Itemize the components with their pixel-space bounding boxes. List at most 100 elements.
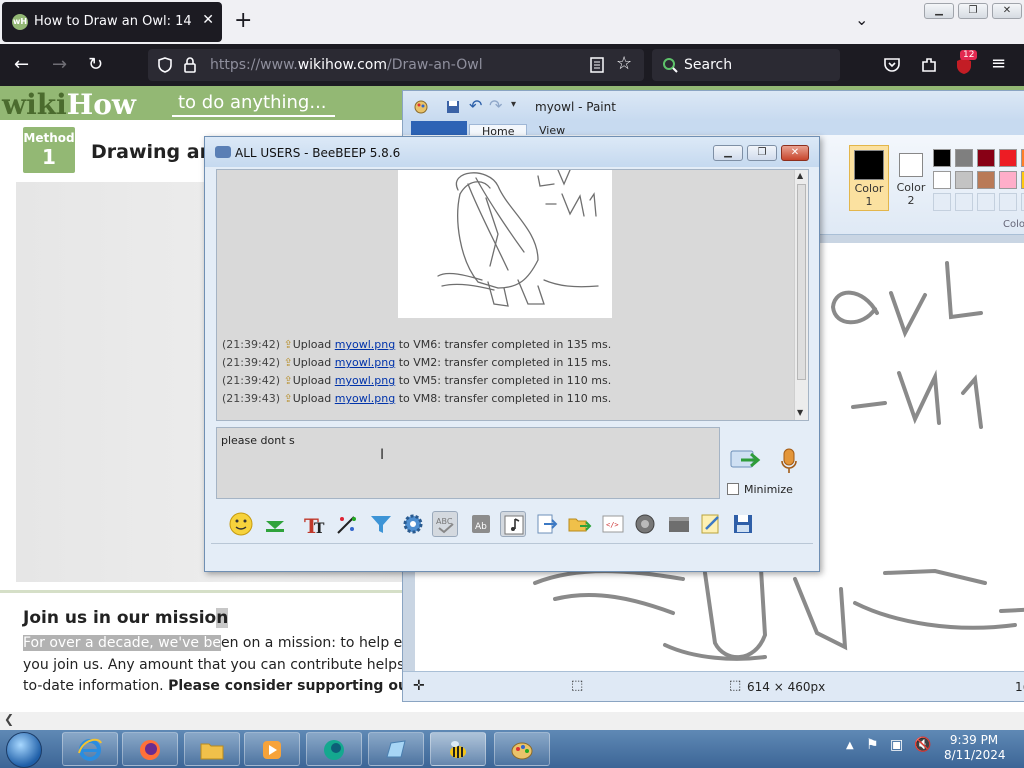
reader-view-icon[interactable] (590, 57, 604, 73)
palette-swatch[interactable] (933, 149, 951, 167)
reload-icon[interactable]: ↻ (88, 54, 103, 75)
emoticon-button[interactable] (228, 511, 254, 537)
insert-button[interactable] (262, 511, 288, 537)
shield-icon[interactable] (156, 56, 174, 74)
close-button[interactable]: ✕ (781, 145, 809, 161)
tray-expand-icon[interactable]: ▲ (846, 740, 854, 751)
color2-selector[interactable]: Color 2 (893, 145, 929, 211)
minimize-button[interactable]: ▁ (924, 3, 954, 19)
taskbar-app[interactable] (306, 732, 362, 766)
file-link[interactable]: myowl.png (335, 356, 395, 369)
chat-history[interactable]: (21:39:42) ⇪Upload myowl.png to VM6: tra… (216, 169, 809, 421)
new-tab-icon[interactable]: + (234, 8, 252, 33)
music-note-icon (504, 515, 524, 535)
word-complete-button[interactable]: Ab (468, 511, 494, 537)
wikihow-logo[interactable]: wikiHow (2, 88, 136, 121)
font-color-button[interactable] (334, 511, 360, 537)
chat-line: (21:39:43) ⇪Upload myowl.png to VM8: tra… (222, 392, 612, 405)
chevron-down-icon[interactable]: ⌄ (855, 10, 868, 29)
maximize-button[interactable]: ❐ (958, 3, 988, 19)
palette-swatch[interactable] (999, 149, 1017, 167)
file-link[interactable]: myowl.png (335, 338, 395, 351)
upload-icon: ⇪ (283, 356, 293, 369)
notes-button[interactable] (698, 511, 724, 537)
bookmark-star-icon[interactable]: ☆ (616, 53, 632, 74)
clock-date: 8/11/2024 (944, 748, 1006, 762)
lock-icon[interactable] (182, 56, 198, 74)
color1-selector[interactable]: Color 1 (849, 145, 889, 211)
taskbar-notepad[interactable] (368, 732, 424, 766)
wikihow-favicon-icon: wH (12, 14, 28, 30)
screenshot-button[interactable] (632, 511, 658, 537)
settings-button[interactable] (400, 511, 426, 537)
undo-icon[interactable]: ↶ (469, 96, 482, 115)
pocket-icon[interactable] (883, 56, 901, 74)
minimize-button[interactable]: ▁ (713, 145, 743, 161)
palette-swatch-empty[interactable] (977, 193, 995, 211)
search-bar[interactable]: Search (652, 49, 840, 81)
start-button[interactable] (6, 732, 42, 768)
message-input[interactable]: please dont s (216, 427, 720, 499)
url-bar[interactable]: https://www.wikihow.com/Draw-an-Owl ☆ (148, 49, 644, 81)
back-icon[interactable]: ← (14, 54, 29, 75)
sound-button[interactable] (500, 511, 526, 537)
chat-scrollbar[interactable]: ▲ ▼ (794, 170, 808, 420)
maximize-button[interactable]: ❐ (747, 145, 777, 161)
scroll-down-icon[interactable]: ▼ (797, 408, 803, 417)
clock[interactable]: 9:39 PM 8/11/2024 (944, 733, 1006, 763)
palette-swatch[interactable] (955, 171, 973, 189)
forward-icon[interactable]: → (52, 54, 67, 75)
minimize-checkbox-box[interactable] (727, 483, 739, 495)
tab-active[interactable]: wH How to Draw an Owl: 14 Steps ✕ (2, 2, 222, 42)
chat-image-preview[interactable] (398, 170, 612, 318)
save-chat-button[interactable] (534, 511, 560, 537)
palette-swatch-empty[interactable] (955, 193, 973, 211)
redo-icon[interactable]: ↷ (489, 96, 502, 115)
file-link[interactable]: myowl.png (335, 392, 395, 405)
export-icon (537, 514, 558, 534)
close-tab-icon[interactable]: ✕ (202, 12, 214, 28)
palette-swatch[interactable] (999, 171, 1017, 189)
taskbar-paint[interactable] (494, 732, 550, 766)
taskbar-ie[interactable] (62, 732, 118, 766)
file-link[interactable]: myowl.png (335, 374, 395, 387)
paint-titlebar: ↶ ↷ ▾ myowl - Paint (403, 91, 1024, 121)
canvas-dimensions: 614 × 460px (747, 680, 826, 694)
menu-icon[interactable]: ≡ (991, 53, 1006, 74)
font-button[interactable]: TT (302, 511, 328, 538)
microphone-icon[interactable] (779, 447, 799, 475)
palette-swatch[interactable] (955, 149, 973, 167)
spellcheck-button[interactable]: ABC (432, 511, 458, 537)
bee-icon (450, 741, 466, 758)
save-button[interactable] (730, 511, 756, 537)
scroll-left-icon[interactable]: ❮ (4, 712, 14, 726)
filter-button[interactable] (368, 511, 394, 537)
send-file-button[interactable] (566, 511, 592, 537)
extensions-icon[interactable] (920, 56, 938, 74)
clear-chat-button[interactable] (666, 511, 692, 537)
send-message-icon[interactable] (729, 447, 761, 473)
close-button[interactable]: ✕ (992, 3, 1022, 19)
scroll-thumb[interactable] (797, 184, 806, 380)
palette-swatch[interactable] (977, 171, 995, 189)
save-icon[interactable] (445, 99, 461, 115)
palette-swatch-empty[interactable] (933, 193, 951, 211)
taskbar-media-player[interactable] (244, 732, 300, 766)
flag-icon[interactable]: ⚑ (866, 737, 879, 753)
scroll-up-icon[interactable]: ▲ (797, 171, 803, 180)
paint-file-menu[interactable] (411, 121, 467, 135)
minimize-checkbox[interactable]: Minimize (727, 483, 793, 496)
taskbar-beebeep[interactable] (430, 732, 486, 766)
horizontal-scrollbar[interactable]: ❮ (0, 712, 1024, 730)
html-button[interactable]: </> (600, 511, 626, 537)
palette-swatch-empty[interactable] (999, 193, 1017, 211)
taskbar-firefox[interactable] (122, 732, 178, 766)
colors-group-label: Colo (1003, 219, 1024, 230)
taskbar-explorer[interactable] (184, 732, 240, 766)
quick-access-dropdown-icon[interactable]: ▾ (511, 99, 516, 110)
volume-muted-icon[interactable]: 🔇 (914, 737, 931, 753)
network-icon[interactable]: ▣ (890, 737, 903, 753)
palette-swatch[interactable] (977, 149, 995, 167)
clear-icon (669, 517, 689, 532)
palette-swatch[interactable] (933, 171, 951, 189)
